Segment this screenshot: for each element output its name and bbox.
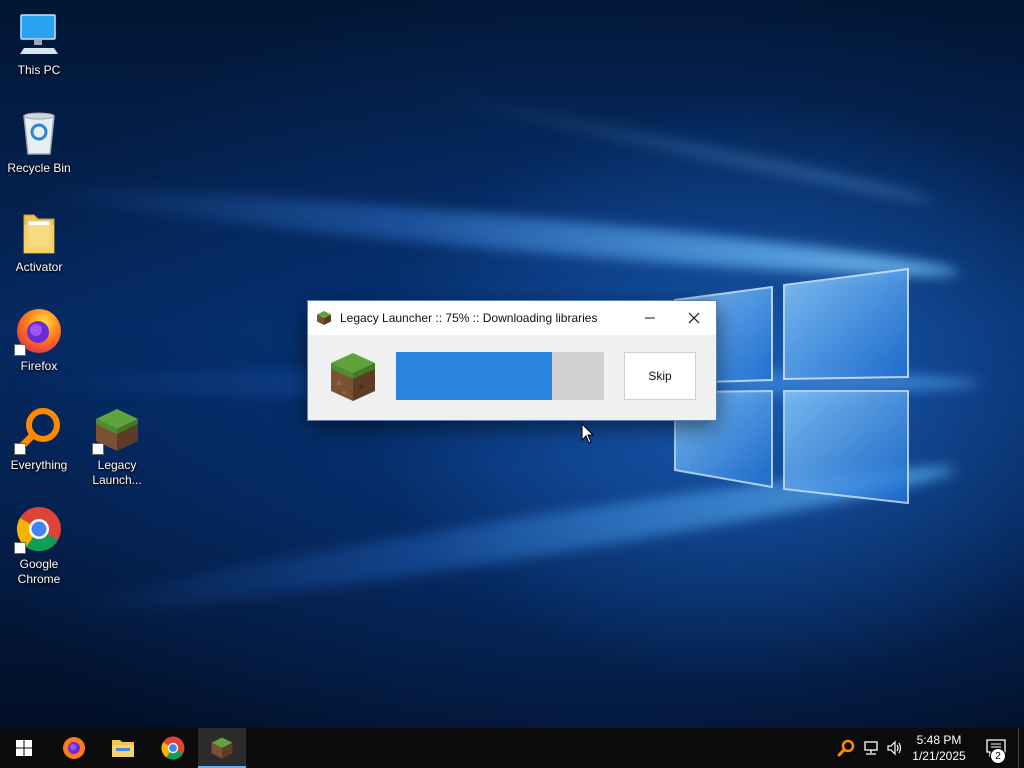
desktop-icon-google-chrome[interactable]: Google Chrome: [0, 504, 78, 587]
desktop-icon-everything[interactable]: Everything: [0, 405, 78, 473]
recycle-bin-icon: [14, 108, 64, 158]
taskbar-file-explorer[interactable]: [99, 728, 147, 768]
tray-network-icon[interactable]: [861, 738, 881, 758]
wallpaper-light-beam: [424, 86, 936, 208]
start-button[interactable]: [0, 728, 48, 768]
minimize-icon: [645, 317, 655, 318]
windows-start-icon: [16, 740, 32, 756]
download-progress-bar: [396, 352, 604, 400]
window-title: Legacy Launcher :: 75% :: Downloading li…: [340, 311, 598, 325]
desktop-icon-activator[interactable]: Activator: [0, 207, 78, 275]
volume-icon: [887, 740, 902, 756]
chrome-icon: [14, 504, 64, 554]
grass-block-icon: [92, 405, 142, 455]
skip-button[interactable]: Skip: [624, 352, 696, 400]
window-titlebar[interactable]: Legacy Launcher :: 75% :: Downloading li…: [308, 301, 716, 335]
close-icon: [688, 312, 700, 323]
mouse-cursor-icon: [581, 423, 595, 444]
this-pc-icon: [14, 10, 64, 60]
chrome-icon: [161, 736, 185, 760]
notification-count-badge: 2: [990, 748, 1006, 764]
minimize-button[interactable]: [628, 301, 672, 334]
grass-block-icon: [317, 311, 331, 325]
legacy-launcher-window: Legacy Launcher :: 75% :: Downloading li…: [307, 300, 717, 421]
everything-search-icon: [14, 405, 64, 455]
firefox-icon: [63, 737, 85, 759]
clock-time: 5:48 PM: [916, 733, 962, 747]
everything-search-icon: [837, 739, 855, 757]
shortcut-arrow-icon: [14, 443, 26, 455]
close-button[interactable]: [672, 301, 716, 334]
grass-block-icon: [211, 737, 233, 759]
desktop-icon-label: Recycle Bin: [7, 161, 71, 175]
tray-volume-icon[interactable]: [885, 738, 905, 758]
folder-icon: [14, 207, 64, 257]
desktop-icon-firefox[interactable]: Firefox: [0, 306, 78, 374]
desktop-icon-label: Google Chrome: [17, 557, 61, 586]
grass-block-logo: [331, 353, 375, 401]
tray-everything-icon[interactable]: [836, 738, 856, 758]
desktop-icon-label: This PC: [17, 63, 61, 77]
desktop-icon-label: Everything: [10, 458, 68, 472]
show-desktop-button[interactable]: [1018, 728, 1024, 768]
folder-icon: [112, 740, 134, 757]
clock-date: 1/21/2025: [912, 749, 966, 763]
desktop-icon-label: Firefox: [20, 359, 58, 373]
progress-fill: [396, 352, 552, 400]
desktop-icon-label: Legacy Launch...: [92, 458, 142, 487]
taskbar-chrome[interactable]: [149, 728, 197, 768]
window-body: Skip: [308, 335, 716, 420]
desktop-icon-this-pc[interactable]: This PC: [0, 10, 78, 78]
desktop-icon-label: Activator: [15, 260, 63, 274]
taskbar-firefox[interactable]: [50, 728, 98, 768]
taskbar-clock[interactable]: 5:48 PM 1/21/2025: [906, 732, 972, 764]
firefox-icon: [14, 306, 64, 356]
desktop-icon-recycle-bin[interactable]: Recycle Bin: [0, 108, 78, 176]
taskbar-legacy-launcher[interactable]: [198, 728, 246, 768]
shortcut-arrow-icon: [14, 344, 26, 356]
network-icon: [864, 741, 878, 755]
shortcut-arrow-icon: [14, 542, 26, 554]
shortcut-arrow-icon: [92, 443, 104, 455]
desktop-icon-legacy-launcher[interactable]: Legacy Launch...: [78, 405, 156, 488]
taskbar: 5:48 PM 1/21/2025 2: [0, 728, 1024, 768]
